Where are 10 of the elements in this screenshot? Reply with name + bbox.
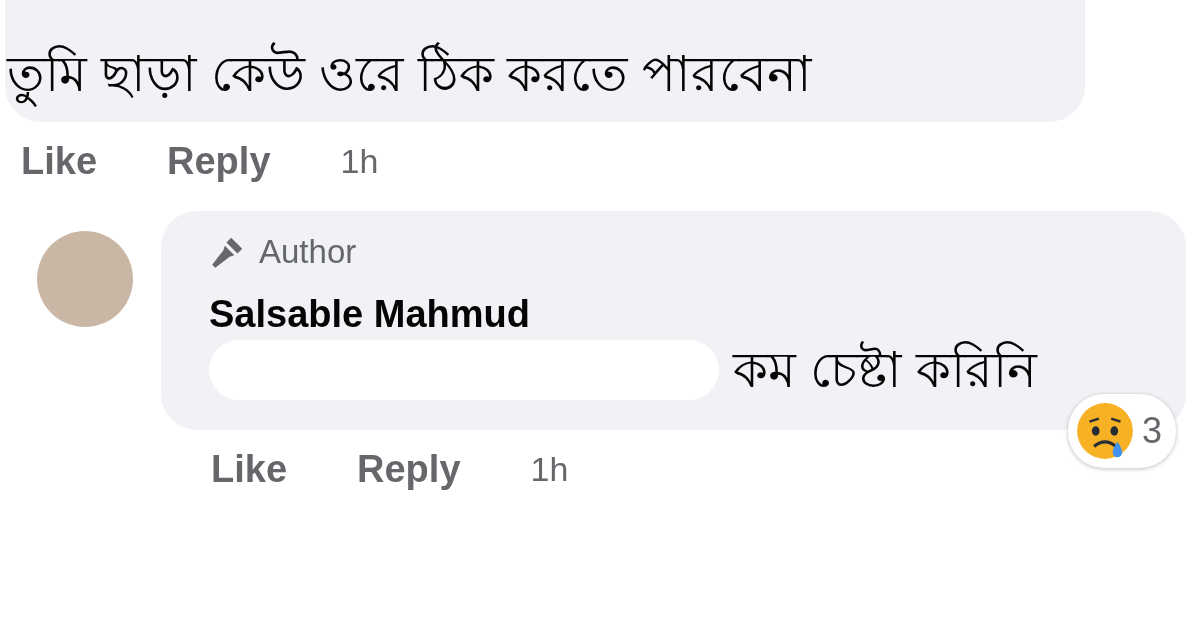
like-link[interactable]: Like (211, 448, 288, 491)
like-link[interactable]: Like (21, 140, 98, 183)
reaction-count[interactable]: 3 (1067, 394, 1176, 468)
reply-link[interactable]: Reply (357, 448, 461, 491)
timestamp[interactable]: 1h (530, 450, 569, 489)
author-label: Author (259, 233, 357, 271)
timestamp[interactable]: 1h (340, 142, 379, 181)
comment-text: কম চেষ্টা করিনি (733, 340, 1037, 400)
reply-link[interactable]: Reply (167, 140, 271, 183)
commenter-name[interactable]: Salsable Mahmud (209, 293, 1138, 336)
